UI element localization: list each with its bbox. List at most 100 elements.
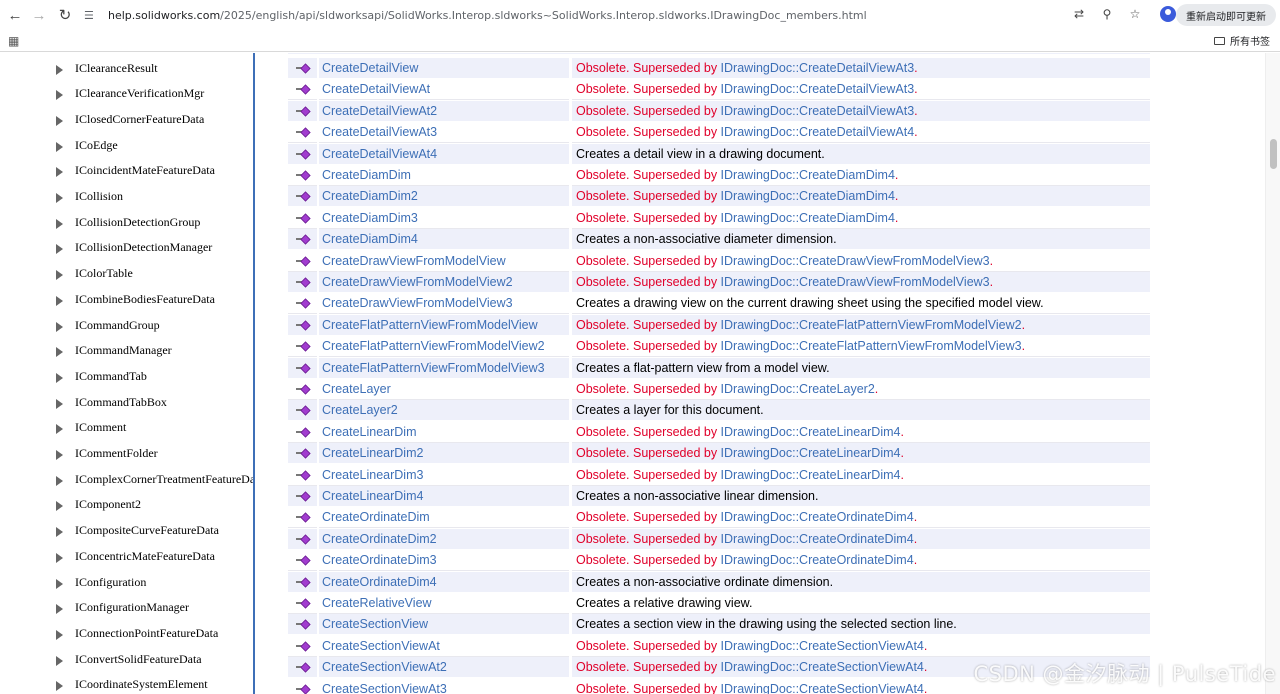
nav-item-label[interactable]: ICombineBodiesFeatureData (75, 292, 215, 307)
expand-triangle-icon[interactable] (56, 604, 63, 615)
member-name-link[interactable]: CreateSectionViewAt2 (319, 657, 569, 679)
expand-triangle-icon[interactable] (56, 244, 63, 255)
member-name-link[interactable]: CreateLinearDim3 (319, 464, 569, 486)
expand-triangle-icon[interactable] (56, 424, 63, 435)
member-name-link[interactable]: CreateDetailView (319, 58, 569, 79)
member-name-link[interactable]: CreateLinearDim4 (319, 486, 569, 507)
superseded-by-link[interactable]: IDrawingDoc::CreateDrawViewFromModelView… (721, 275, 990, 289)
superseded-by-link[interactable]: IDrawingDoc::CreateFlatPatternViewFromMo… (721, 318, 1022, 332)
nav-item-label[interactable]: IConfiguration (75, 575, 146, 590)
nav-item[interactable]: ICollisionDetectionManager (56, 238, 212, 258)
member-name-link[interactable]: CreateDrawViewFromModelView2 (319, 272, 569, 293)
member-name-link[interactable]: CreateOrdinateDim (319, 507, 569, 529)
nav-item[interactable]: ICommandManager (56, 341, 172, 361)
superseded-by-link[interactable]: IDrawingDoc::CreateDetailViewAt4 (721, 125, 915, 139)
address-bar[interactable]: ☰ help.solidworks.com/2025/english/api/s… (84, 4, 867, 26)
expand-triangle-icon[interactable] (56, 655, 63, 666)
nav-item-label[interactable]: IComponent2 (75, 497, 141, 512)
expand-triangle-icon[interactable] (56, 193, 63, 203)
nav-item-label[interactable]: IColorTable (75, 266, 133, 281)
member-name-link[interactable]: CreateDetailViewAt2 (319, 100, 569, 122)
nav-item-label[interactable]: ICollisionDetectionManager (75, 240, 212, 255)
superseded-by-link[interactable]: IDrawingDoc::CreateDiamDim4 (721, 189, 895, 203)
nav-item[interactable]: IConcentricMateFeatureData (56, 546, 215, 566)
nav-item[interactable]: ICollisionDetectionGroup (56, 212, 200, 232)
update-button[interactable]: 重新启动即可更新 (1176, 4, 1276, 26)
nav-item[interactable]: ICompositeCurveFeatureData (56, 521, 219, 541)
expand-triangle-icon[interactable] (56, 552, 63, 563)
superseded-by-link[interactable]: IDrawingDoc::CreateFlatPatternViewFromMo… (721, 339, 1022, 353)
member-name-link[interactable]: CreateOrdinateDim2 (319, 528, 569, 550)
superseded-by-link[interactable]: IDrawingDoc::CreateLinearDim4 (721, 446, 901, 460)
expand-triangle-icon[interactable] (56, 527, 63, 538)
superseded-by-link[interactable]: IDrawingDoc::CreateLinearDim4 (721, 425, 901, 439)
nav-item-label[interactable]: IClosedCornerFeatureData (75, 112, 204, 127)
expand-triangle-icon[interactable] (56, 629, 63, 640)
expand-triangle-icon[interactable] (56, 90, 63, 101)
expand-triangle-icon[interactable] (56, 295, 63, 306)
member-name-link[interactable]: CreateSectionView (319, 614, 569, 636)
nav-item-label[interactable]: IClearanceResult (75, 61, 158, 76)
nav-item-label[interactable]: ICommandTabBox (75, 395, 167, 410)
nav-item[interactable]: ICommandGroup (56, 315, 160, 335)
nav-item-label[interactable]: ICoordinateSystemElement (75, 677, 208, 692)
nav-item-label[interactable]: IConcentricMateFeatureData (75, 549, 215, 564)
member-name-link[interactable]: CreateFlatPatternViewFromModelView2 (319, 336, 569, 358)
expand-triangle-icon[interactable] (56, 167, 63, 178)
nav-item[interactable]: ICollision (56, 187, 123, 207)
expand-triangle-icon[interactable] (56, 681, 63, 692)
member-name-link[interactable]: CreateSectionViewAt (319, 635, 569, 657)
member-name-link[interactable]: CreateFlatPatternViewFromModelView (319, 314, 569, 336)
apps-icon[interactable]: ▦ (8, 34, 19, 48)
expand-triangle-icon[interactable] (56, 347, 63, 358)
expand-triangle-icon[interactable] (56, 115, 63, 126)
member-name-link[interactable]: CreateOrdinateDim3 (319, 550, 569, 572)
nav-item-label[interactable]: IComplexCornerTreatmentFeatureData (75, 472, 253, 487)
member-name-link[interactable]: CreateDiamDim2 (319, 186, 569, 208)
expand-triangle-icon[interactable] (56, 372, 63, 383)
nav-item-label[interactable]: ICommandManager (75, 343, 172, 358)
member-name-link[interactable]: CreateDetailViewAt4 (319, 143, 569, 165)
member-name-link[interactable]: CreateSectionViewAt3 (319, 678, 569, 694)
nav-item-label[interactable]: ICollision (75, 189, 123, 204)
superseded-by-link[interactable]: IDrawingDoc::CreateOrdinateDim4 (721, 510, 914, 524)
nav-item-label[interactable]: ICoincidentMateFeatureData (75, 163, 215, 178)
nav-item-label[interactable]: ICommandGroup (75, 318, 160, 333)
expand-triangle-icon[interactable] (56, 321, 63, 332)
superseded-by-link[interactable]: IDrawingDoc::CreateSectionViewAt4 (721, 660, 924, 674)
nav-item-label[interactable]: ICompositeCurveFeatureData (75, 523, 219, 538)
back-icon[interactable]: ← (3, 3, 27, 27)
page-scrollbar[interactable] (1265, 53, 1280, 694)
member-name-link[interactable]: CreateDetailViewAt (319, 79, 569, 101)
member-name-link[interactable]: CreateLinearDim2 (319, 443, 569, 465)
expand-triangle-icon[interactable] (56, 270, 63, 281)
profile-icon[interactable] (1160, 6, 1176, 22)
superseded-by-link[interactable]: IDrawingDoc::CreateOrdinateDim4 (721, 553, 914, 567)
expand-triangle-icon[interactable] (56, 64, 63, 75)
superseded-by-link[interactable]: IDrawingDoc::CreateDiamDim4 (721, 168, 895, 182)
superseded-by-link[interactable]: IDrawingDoc::CreateDetailViewAt3 (721, 104, 915, 118)
member-name-link[interactable]: CreateDiamDim (319, 165, 569, 186)
star-icon[interactable]: ☆ (1124, 3, 1146, 25)
scrollbar-thumb[interactable] (1270, 139, 1277, 169)
member-name-link[interactable]: CreateDiamDim4 (319, 229, 569, 251)
superseded-by-link[interactable]: IDrawingDoc::CreateDrawViewFromModelView… (721, 254, 990, 268)
member-name-link[interactable]: CreateDrawViewFromModelView3 (319, 293, 569, 315)
nav-item[interactable]: ICommandTab (56, 366, 147, 386)
nav-item[interactable]: IComponent2 (56, 495, 141, 515)
member-name-link[interactable]: CreateRelativeView (319, 593, 569, 614)
superseded-by-link[interactable]: IDrawingDoc::CreateDiamDim4 (721, 211, 895, 225)
nav-item[interactable]: IConvertSolidFeatureData (56, 649, 202, 669)
member-name-link[interactable]: CreateLayer2 (319, 400, 569, 422)
nav-item[interactable]: IComment (56, 418, 126, 438)
translate-icon[interactable]: ⇄ (1068, 3, 1090, 25)
superseded-by-link[interactable]: IDrawingDoc::CreateLayer2 (721, 382, 875, 396)
expand-triangle-icon[interactable] (56, 578, 63, 589)
nav-item[interactable]: ICombineBodiesFeatureData (56, 289, 215, 309)
nav-item-label[interactable]: ICollisionDetectionGroup (75, 215, 200, 230)
nav-item[interactable]: IConfigurationManager (56, 598, 189, 618)
nav-item-label[interactable]: IConvertSolidFeatureData (75, 652, 202, 667)
expand-triangle-icon[interactable] (56, 501, 63, 512)
nav-item[interactable]: ICoEdge (56, 135, 118, 155)
member-name-link[interactable]: CreateLinearDim (319, 421, 569, 443)
